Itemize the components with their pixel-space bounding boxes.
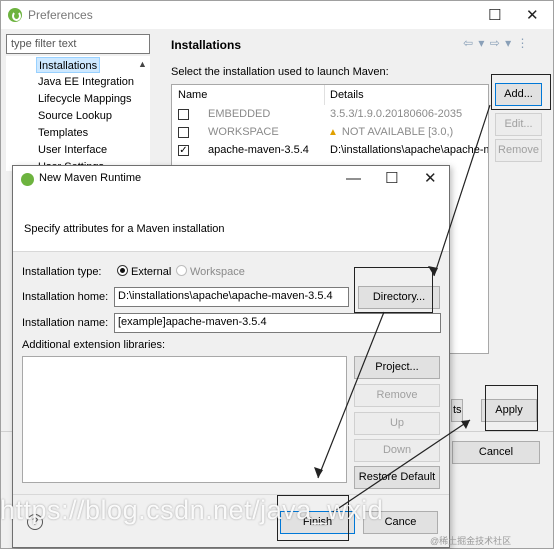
table-row[interactable]: ✓ apache-maven-3.5.4 D:\installations\ap… bbox=[172, 142, 488, 160]
apply-and-close-button[interactable]: ts bbox=[451, 399, 463, 422]
chevron-up-icon[interactable]: ▲ bbox=[138, 59, 147, 69]
column-header-details[interactable]: Details bbox=[330, 89, 364, 101]
remove-button[interactable]: Remove bbox=[354, 384, 440, 407]
new-maven-runtime-dialog: New Maven Runtime — ☐ ✕ Specify attribut… bbox=[12, 165, 450, 548]
window-title: Preferences bbox=[28, 8, 93, 22]
radio-external[interactable]: External bbox=[117, 265, 171, 278]
preference-tree: Installations Java EE Integration Lifecy… bbox=[6, 56, 150, 173]
highlight-add bbox=[491, 74, 551, 110]
row-name: WORKSPACE bbox=[208, 126, 279, 138]
filter-input[interactable] bbox=[6, 34, 150, 54]
row-name: apache-maven-3.5.4 bbox=[208, 144, 309, 156]
libs-label: Additional extension libraries: bbox=[22, 339, 166, 351]
checkbox[interactable] bbox=[178, 109, 189, 120]
checkbox-checked[interactable]: ✓ bbox=[178, 145, 189, 156]
down-button[interactable]: Down bbox=[354, 439, 440, 462]
minimize-button[interactable]: — bbox=[346, 171, 361, 186]
checkbox[interactable] bbox=[178, 127, 189, 138]
table-row[interactable]: EMBEDDED 3.5.3/1.9.0.20180606-2035 bbox=[172, 106, 488, 124]
close-button[interactable]: ✕ bbox=[526, 8, 539, 23]
dialog-header bbox=[13, 192, 449, 252]
nav-arrows-icon[interactable]: ⇦ ▾ ⇨ ▾ ⋮ bbox=[463, 36, 530, 50]
radio-on-icon bbox=[117, 265, 128, 276]
project-button[interactable]: Project... bbox=[354, 356, 440, 379]
watermark-credit: @稀土掘金技术社区 bbox=[430, 536, 512, 546]
column-divider bbox=[324, 85, 325, 105]
maximize-button[interactable]: ☐ bbox=[385, 171, 398, 186]
row-details: 3.5.3/1.9.0.20180606-2035 bbox=[330, 108, 463, 120]
watermark-text: https://blog.csdn.net/java_wxid bbox=[0, 495, 384, 525]
restore-default-button[interactable]: Restore Default bbox=[354, 466, 440, 489]
dialog-subtitle: Specify attributes for a Maven installat… bbox=[24, 223, 225, 235]
page-title: Installations bbox=[171, 38, 242, 52]
tree-item-source-lookup[interactable]: Source Lookup bbox=[38, 108, 112, 124]
name-label: Installation name: bbox=[22, 317, 109, 329]
radio-workspace[interactable]: Workspace bbox=[176, 265, 245, 278]
up-button[interactable]: Up bbox=[354, 412, 440, 435]
row-name: EMBEDDED bbox=[208, 108, 271, 120]
remove-button[interactable]: Remove bbox=[495, 139, 542, 162]
radio-workspace-label: Workspace bbox=[190, 266, 245, 278]
cancel-button[interactable]: Cancel bbox=[452, 441, 540, 464]
row-details: D:\installations\apache\apache-maven-3.5… bbox=[330, 144, 488, 156]
type-label: Installation type: bbox=[22, 266, 102, 278]
dialog-title-bar: New Maven Runtime — ☐ ✕ bbox=[13, 166, 449, 192]
maximize-button[interactable]: ☐ bbox=[488, 8, 501, 23]
installations-subtitle: Select the installation used to launch M… bbox=[171, 66, 389, 78]
tree-item-installations[interactable]: Installations bbox=[36, 57, 101, 73]
installation-home-field[interactable]: D:\installations\apache\apache-maven-3.5… bbox=[114, 287, 349, 307]
highlight-directory bbox=[354, 267, 433, 313]
spring-logo-icon bbox=[8, 8, 22, 22]
table-row[interactable]: WORKSPACE ▲ NOT AVAILABLE [3.0,) bbox=[172, 124, 488, 142]
extension-libraries-list[interactable] bbox=[22, 356, 347, 483]
tree-item-lifecycle[interactable]: Lifecycle Mappings bbox=[38, 91, 132, 107]
tree-item-user-interface[interactable]: User Interface bbox=[38, 142, 107, 158]
radio-off-icon bbox=[176, 265, 187, 276]
radio-external-label: External bbox=[131, 266, 172, 278]
column-header-name[interactable]: Name bbox=[178, 89, 207, 101]
close-button[interactable]: ✕ bbox=[424, 171, 437, 186]
highlight-apply bbox=[485, 385, 538, 431]
row-details: NOT AVAILABLE [3.0,) bbox=[341, 126, 454, 138]
edit-button[interactable]: Edit... bbox=[495, 113, 542, 136]
dialog-title: New Maven Runtime bbox=[39, 172, 142, 184]
tree-item-templates[interactable]: Templates bbox=[38, 125, 88, 141]
warning-icon: ▲ bbox=[328, 127, 338, 138]
spring-logo-icon bbox=[21, 173, 34, 186]
installation-name-field[interactable]: [example]apache-maven-3.5.4 bbox=[114, 313, 441, 333]
title-bar: Preferences ☐ ✕ bbox=[1, 1, 553, 29]
home-label: Installation home: bbox=[22, 291, 109, 303]
tree-item-java-ee[interactable]: Java EE Integration bbox=[38, 74, 134, 90]
